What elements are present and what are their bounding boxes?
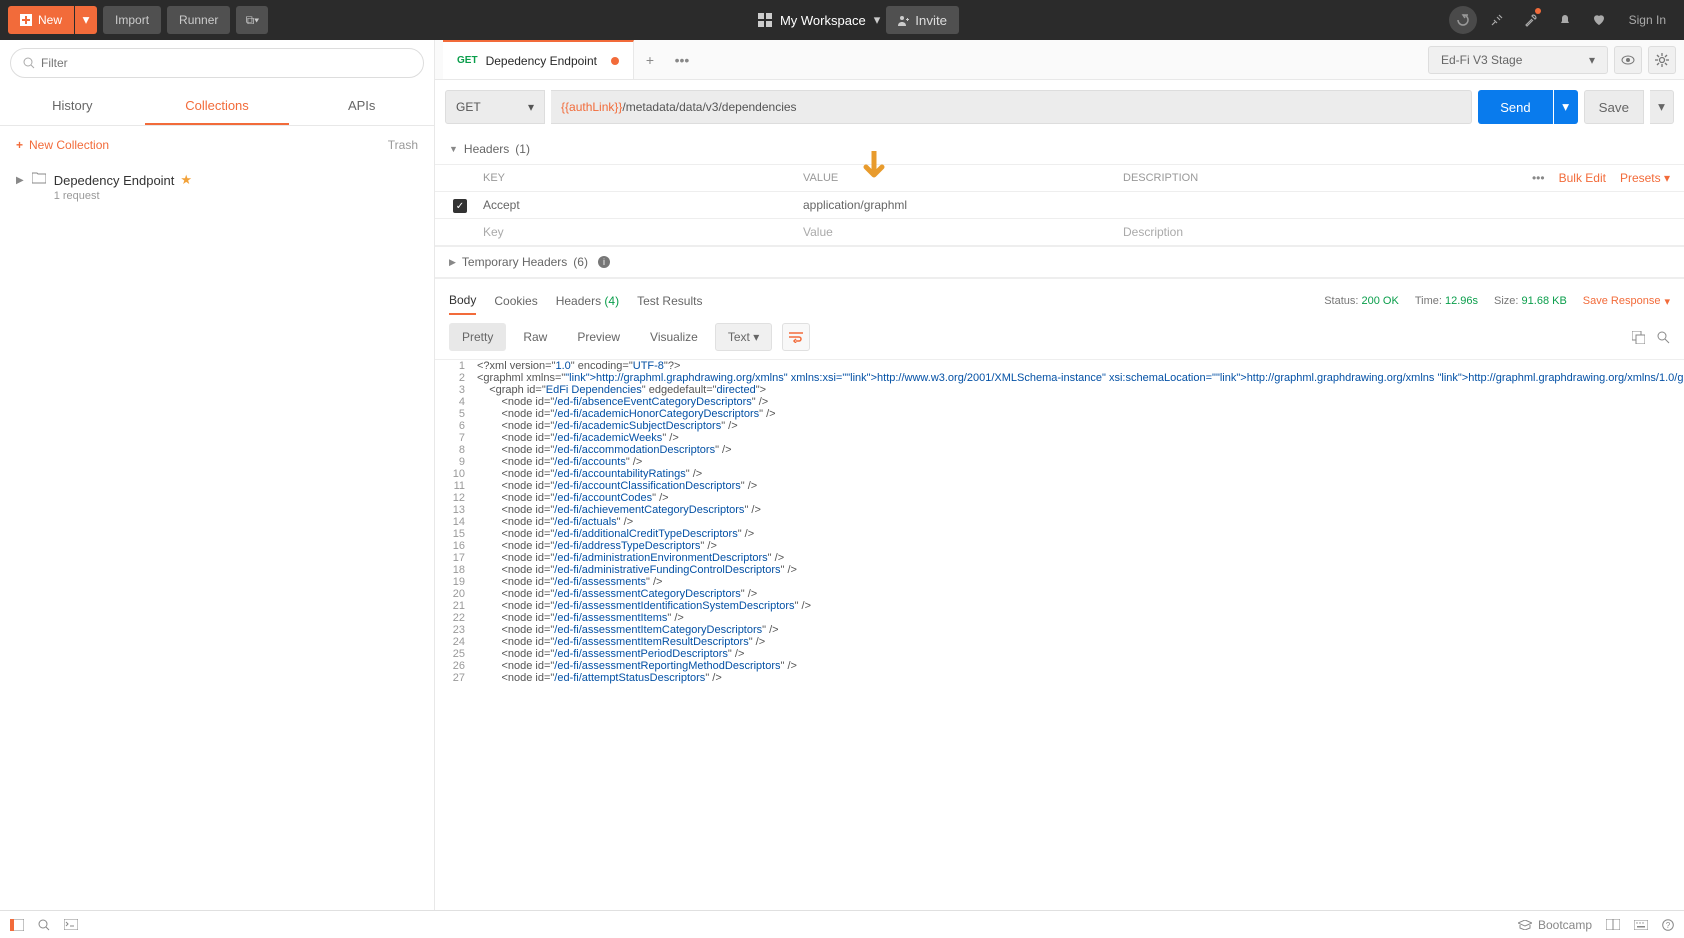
sidebar-toggle-icon[interactable] [10,919,24,931]
collection-subtitle: 1 request [54,190,192,202]
bootcamp-link[interactable]: Bootcamp [1518,918,1592,932]
tab-menu-button[interactable]: ••• [666,44,698,76]
view-visualize[interactable]: Visualize [637,323,711,351]
header-row[interactable]: ✓ Accept application/graphml [435,192,1684,219]
workspace-selector[interactable]: My Workspace ▾ [758,12,880,28]
trash-link[interactable]: Trash [388,138,418,152]
workspace-icon [758,13,772,27]
environment-selector[interactable]: Ed-Fi V3 Stage ▾ [1428,46,1608,74]
bulk-edit-button[interactable]: Bulk Edit [1559,171,1606,185]
view-preview[interactable]: Preview [564,323,633,351]
wrap-lines-button[interactable] [782,323,810,351]
keyboard-icon[interactable] [1634,920,1648,930]
headers-table-header: KEY VALUE DESCRIPTION ••• Bulk Edit Pres… [435,165,1684,192]
header-value[interactable]: application/graphml [803,198,1123,212]
time-info: Time: 12.96s [1415,295,1478,307]
heart-icon[interactable] [1585,6,1613,34]
response-body[interactable]: 1<?xml version="1.0" encoding="UTF-8"?>2… [435,360,1684,910]
header-key[interactable]: Accept [483,198,803,212]
wrench-icon[interactable] [1517,6,1545,34]
invite-button[interactable]: Invite [886,6,959,34]
search-icon [23,57,35,69]
satellite-icon[interactable] [1483,6,1511,34]
chevron-down-icon: ▾ [874,12,881,28]
open-new-button[interactable]: ⧉▾ [236,6,268,34]
new-button[interactable]: New [8,6,74,34]
request-tab[interactable]: GET Depedency Endpoint [443,40,634,79]
console-icon[interactable] [64,919,78,930]
request-tab-method: GET [457,55,478,66]
caret-right-icon[interactable]: ▶ [16,175,24,186]
save-dropdown[interactable]: ▾ [1650,90,1674,124]
find-icon[interactable] [38,919,50,931]
chevron-down-icon: ▾ [1589,53,1595,67]
checkbox-icon[interactable]: ✓ [453,199,467,213]
copy-icon[interactable] [1632,331,1645,344]
svg-text:?: ? [1666,921,1671,930]
help-icon[interactable]: ? [1662,919,1674,931]
response-tab-cookies[interactable]: Cookies [494,288,537,314]
settings-button[interactable] [1648,46,1676,74]
response-tab-body[interactable]: Body [449,287,476,315]
collection-name: Depedency Endpoint ★ [54,172,192,188]
new-dropdown[interactable]: ▾ [75,6,97,34]
response-tab-headers[interactable]: Headers (4) [556,288,619,314]
plus-icon [20,14,32,26]
info-icon[interactable]: i [598,256,610,268]
status-info: Status: 200 OK [1324,295,1399,307]
signin-link[interactable]: Sign In [1619,13,1676,27]
send-button[interactable]: Send [1478,90,1552,124]
send-dropdown[interactable]: ▾ [1554,90,1578,124]
star-icon[interactable]: ★ [180,172,192,188]
filter-input[interactable] [41,56,411,70]
person-icon [898,15,909,26]
panes-icon[interactable] [1606,919,1620,930]
add-tab-button[interactable]: + [634,44,666,76]
sidebar-tab-collections[interactable]: Collections [145,88,290,125]
request-tab-name: Depedency Endpoint [486,54,597,68]
response-tab-tests[interactable]: Test Results [637,288,702,314]
caret-right-icon: ▶ [449,257,456,268]
caret-down-icon: ▼ [449,144,458,154]
new-collection-button[interactable]: + New Collection [16,138,109,152]
plus-icon: + [16,138,23,152]
size-info: Size: 91.68 KB [1494,295,1567,307]
env-preview-button[interactable] [1614,46,1642,74]
sync-icon[interactable] [1449,6,1477,34]
filter-input-wrap [10,48,424,78]
collection-item[interactable]: ▶ Depedency Endpoint ★ 1 request [0,164,434,210]
unsaved-dot-icon [611,57,619,65]
view-raw[interactable]: Raw [510,323,560,351]
window-icon: ⧉▾ [246,13,260,27]
chevron-down-icon: ▾ [528,100,534,114]
sidebar-tab-apis[interactable]: APIs [289,88,434,125]
folder-icon [32,172,46,184]
import-button[interactable]: Import [103,6,161,34]
headers-section-header[interactable]: ▼ Headers (1) [435,134,1684,165]
response-mode-select[interactable]: Text ▾ [715,323,772,351]
presets-button[interactable]: Presets ▾ [1620,171,1670,185]
header-new-row[interactable]: Key Value Description [435,219,1684,246]
save-button[interactable]: Save [1584,90,1644,124]
url-input[interactable]: {{authLink}}/metadata/data/v3/dependenci… [551,90,1472,124]
search-response-icon[interactable] [1657,331,1670,344]
annotation-arrow-icon [863,151,885,185]
bell-icon[interactable] [1551,6,1579,34]
save-response-button[interactable]: Save Response ▾ [1583,295,1670,308]
runner-button[interactable]: Runner [167,6,230,34]
method-selector[interactable]: GET ▾ [445,90,545,124]
temp-headers-section[interactable]: ▶ Temporary Headers (6) i [435,246,1684,278]
sidebar-tab-history[interactable]: History [0,88,145,125]
view-pretty[interactable]: Pretty [449,323,506,351]
columns-menu-button[interactable]: ••• [1532,171,1545,185]
